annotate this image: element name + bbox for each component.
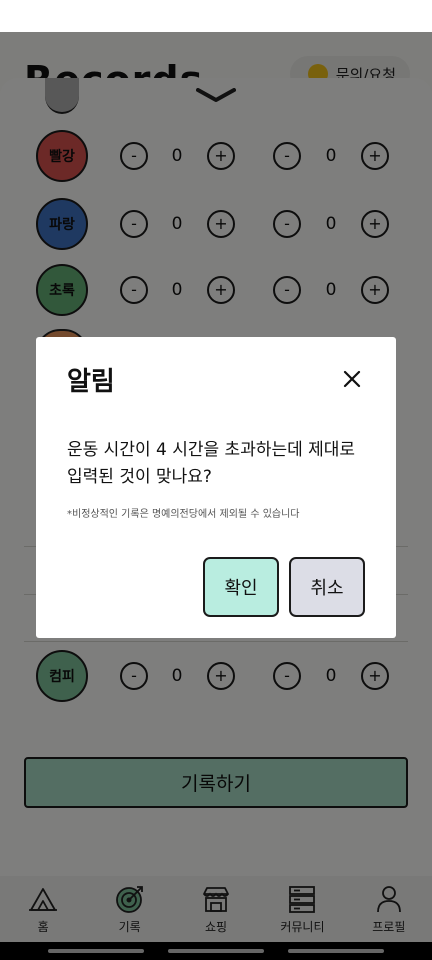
dialog-title: 알림 xyxy=(67,367,115,397)
dialog-note: *비정상적인 기록은 명예의전당에서 제외될 수 있습니다 xyxy=(67,509,300,520)
close-icon[interactable] xyxy=(340,367,364,391)
cancel-button[interactable]: 취소 xyxy=(289,557,365,617)
status-bar xyxy=(0,0,432,32)
screen: Records 문의/요청 빨강 - 0 + - 0 + 파랑 - 0 + - … xyxy=(0,0,432,960)
alert-dialog: 알림 운동 시간이 4 시간을 초과하는데 제대로 입력된 것이 맞나요? *비… xyxy=(36,337,396,638)
confirm-button[interactable]: 확인 xyxy=(203,557,279,617)
dialog-message: 운동 시간이 4 시간을 초과하는데 제대로 입력된 것이 맞나요? xyxy=(67,440,356,487)
system-navigation-bar xyxy=(0,942,432,960)
system-bar-segment xyxy=(288,949,384,953)
system-bar-segment xyxy=(168,949,264,953)
system-bar-segment xyxy=(48,949,144,953)
